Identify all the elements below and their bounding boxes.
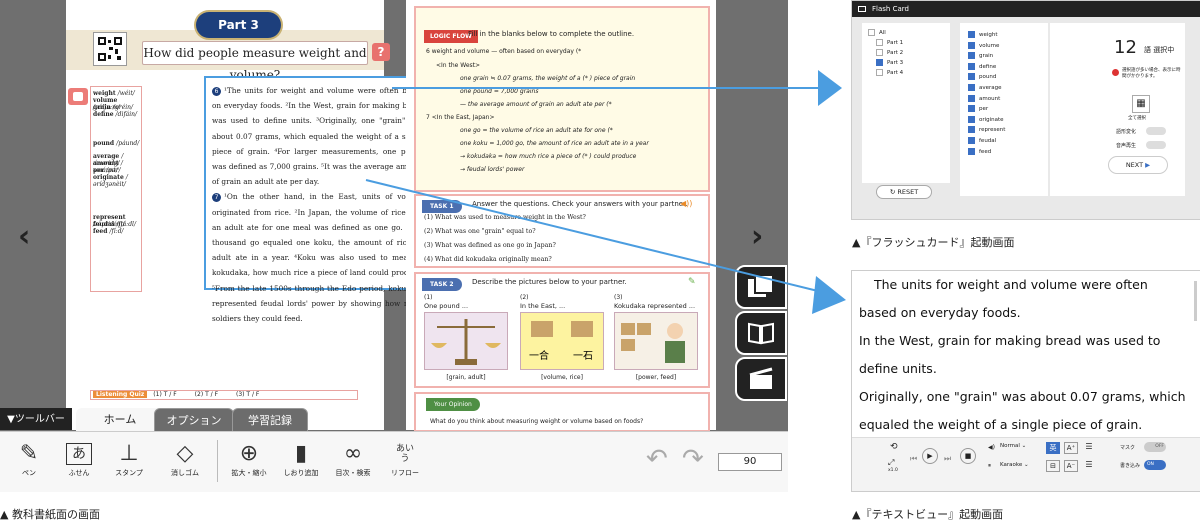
textview-controls: ⟲ ⤢ x1.0 ⏮ ▶ ⏭ ■ ◀) Normal ⌄ ⏸ Karaoke ⌄…: [852, 437, 1200, 491]
line-spacing-button[interactable]: ☰: [1082, 460, 1096, 472]
part-checkbox[interactable]: All: [868, 29, 886, 36]
english-font-button[interactable]: 英: [1046, 442, 1060, 454]
speed-select[interactable]: Normal ⌄: [1000, 443, 1026, 449]
word-checkbox[interactable]: average: [968, 84, 1002, 91]
mode-icon: ⏸: [988, 462, 992, 469]
option-toggle[interactable]: [1146, 141, 1166, 149]
play-button[interactable]: ▶: [922, 448, 938, 464]
word-checkbox[interactable]: amount: [968, 95, 1000, 102]
word-checkbox[interactable]: per: [968, 105, 988, 112]
warning-text: 選択語が多い場合、表示に時間がかかります。: [1122, 68, 1181, 79]
textview-line: based on everyday foods.: [859, 305, 1021, 320]
connector-line: [365, 179, 823, 293]
word-checkbox[interactable]: feudal: [968, 137, 996, 144]
font-size-up-button[interactable]: A⁺: [1064, 442, 1078, 454]
next-button[interactable]: NEXT ▶: [1108, 156, 1168, 174]
repeat-icon[interactable]: ⟲: [890, 442, 898, 452]
word-checkbox[interactable]: grain: [968, 52, 993, 59]
option-label: 音声再生: [1116, 143, 1137, 149]
line-spacing-button[interactable]: ☰: [1082, 442, 1096, 454]
write-toggle[interactable]: ON: [1144, 460, 1166, 470]
part-checkbox[interactable]: Part 2: [876, 49, 903, 56]
volume-icon: ◀): [988, 444, 995, 451]
arrow-head-icon: [812, 276, 846, 314]
textview-line: define units.: [859, 361, 937, 376]
part-checkbox[interactable]: Part 4: [876, 69, 903, 76]
mode-select[interactable]: Karaoke ⌄: [1000, 462, 1029, 468]
flashcard-screen: Flash Card All Part 1 Part 2 Part 3 Part 4 w…: [851, 0, 1200, 220]
speed-select-value: Normal: [1000, 443, 1020, 449]
textview-line: Originally, one "grain" was about 0.07 g…: [859, 389, 1186, 404]
mask-toggle-state: OFF: [1155, 444, 1164, 449]
selected-count-label: 語 選択中: [1144, 46, 1175, 54]
font-size-down-button[interactable]: A⁻: [1064, 460, 1078, 472]
write-toggle-state: ON: [1147, 462, 1154, 467]
write-label: 書き込み: [1120, 463, 1141, 469]
arrow-head-icon: [818, 70, 842, 106]
select-all-label: 全て選択: [1128, 116, 1146, 121]
flashcard-caption: ▲『フラッシュカード』起動画面: [852, 236, 1015, 249]
part-checkbox[interactable]: Part 3: [876, 59, 903, 66]
flashcard-app-icon: [858, 6, 866, 12]
japanese-font-button[interactable]: ⊟: [1046, 460, 1060, 472]
textview-line: The units for weight and volume were oft…: [874, 277, 1148, 292]
reset-label: RESET: [897, 188, 919, 196]
word-checkbox[interactable]: feed: [968, 148, 991, 155]
part-checkbox[interactable]: Part 1: [876, 39, 903, 46]
mode-select-value: Karaoke: [1000, 462, 1023, 468]
scrollbar[interactable]: [1194, 281, 1197, 321]
flashcard-title: Flash Card: [872, 5, 909, 13]
prev-icon[interactable]: ⏮: [910, 454, 917, 464]
option-label: 語形変化: [1116, 129, 1137, 135]
word-checkbox[interactable]: define: [968, 63, 996, 70]
warning-icon: [1112, 69, 1119, 76]
mask-toggle[interactable]: OFF: [1144, 442, 1166, 452]
mask-label: マスク: [1120, 445, 1136, 451]
play-icon: ▶: [1145, 161, 1151, 169]
word-checkbox[interactable]: originate: [968, 116, 1004, 123]
option-toggle[interactable]: [1146, 127, 1166, 135]
speed-icon[interactable]: ⤢: [888, 458, 894, 468]
word-checkbox[interactable]: pound: [968, 73, 996, 80]
flashcard-settings: 12 語 選択中 選択語が多い場合、表示に時間がかかります。 ▦ 全て選択 語形…: [1050, 23, 1185, 196]
word-checkbox[interactable]: weight: [968, 31, 998, 38]
word-checkbox[interactable]: represent: [968, 126, 1005, 133]
select-all-button[interactable]: ▦: [1132, 95, 1150, 113]
part-list: All Part 1 Part 2 Part 3 Part 4: [862, 23, 950, 183]
textview-line: In the West, grain for making bread was …: [859, 333, 1161, 348]
flashcard-titlebar: Flash Card: [852, 1, 1200, 17]
next-icon[interactable]: ⏭: [944, 454, 951, 464]
word-checkbox[interactable]: volume: [968, 42, 999, 49]
next-label: NEXT: [1125, 161, 1144, 169]
speed-value: x1.0: [888, 468, 898, 473]
textview-line: equaled the weight of a single piece of …: [859, 417, 1143, 432]
selected-count: 12: [1114, 37, 1137, 58]
word-list: weight volume grain define pound average amoun…: [960, 23, 1048, 196]
textview-screen: The units for weight and volume were oft…: [851, 270, 1200, 492]
textview-caption: ▲『テキストビュー』起動画面: [852, 508, 1004, 521]
textbook-caption: ▲ 教科書紙面の画面: [0, 508, 100, 521]
stop-button[interactable]: ■: [960, 448, 976, 464]
reset-button[interactable]: ↻ RESET: [876, 185, 932, 199]
